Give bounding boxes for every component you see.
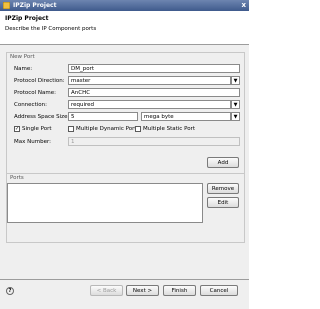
multiple-dynamic-port-label: Multiple Dynamic Port — [76, 126, 137, 132]
chevron-down-icon[interactable]: ▼ — [231, 76, 240, 85]
name-input[interactable]: DM_port — [68, 64, 240, 73]
new-port-group: New Port Name: DM_port Protocol Directio… — [6, 52, 245, 174]
new-port-group-title: New Port — [10, 54, 35, 60]
cancel-button[interactable]: Cancel — [200, 285, 238, 296]
close-icon[interactable]: x — [241, 1, 246, 9]
back-button[interactable]: < Back — [90, 285, 123, 296]
wizard-header: IPZip Project Describe the IP Component … — [0, 11, 249, 45]
ports-group: Ports Remove Edit — [6, 173, 245, 243]
protocol-direction-label: Protocol Direction: — [14, 78, 65, 84]
protocol-direction-select[interactable]: master — [68, 76, 231, 85]
ports-group-title: Ports — [10, 175, 24, 181]
connection-select[interactable]: required — [68, 100, 231, 109]
remove-button[interactable]: Remove — [207, 183, 239, 194]
next-button[interactable]: Next > — [126, 285, 159, 296]
connection-label: Connection: — [14, 102, 47, 108]
add-button[interactable]: Add — [207, 157, 239, 168]
multiple-dynamic-port-checkbox[interactable] — [68, 126, 74, 132]
app-icon — [3, 2, 10, 9]
window-titlebar[interactable]: IPZip Project x — [0, 0, 249, 11]
chevron-down-icon[interactable]: ▼ — [231, 112, 240, 121]
multiple-static-port-checkbox[interactable] — [135, 126, 141, 132]
single-port-label: Single Port — [22, 126, 52, 132]
max-number-label: Max Number: — [14, 139, 51, 145]
single-port-checkbox[interactable]: ✓ — [14, 126, 20, 132]
help-icon[interactable]: ? — [6, 287, 14, 295]
name-label: Name: — [14, 66, 33, 72]
multiple-static-port-label: Multiple Static Port — [143, 126, 195, 132]
page-description: Describe the IP Component ports — [5, 26, 97, 32]
protocol-name-input[interactable]: AnCHC — [68, 88, 240, 97]
edit-button[interactable]: Edit — [207, 197, 239, 208]
footer-separator — [0, 279, 249, 280]
address-unit-select[interactable]: mega byte — [141, 112, 231, 121]
address-space-size-input[interactable]: 5 — [68, 112, 138, 121]
wizard-body: New Port Name: DM_port Protocol Directio… — [0, 45, 249, 309]
address-space-size-label: Address Space Size: — [14, 114, 70, 120]
finish-button[interactable]: Finish — [163, 285, 196, 296]
ports-list[interactable] — [7, 183, 203, 223]
protocol-name-label: Protocol Name: — [14, 90, 56, 96]
max-number-input[interactable]: 1 — [68, 137, 240, 146]
chevron-down-icon[interactable]: ▼ — [231, 100, 240, 109]
page-title: IPZip Project — [5, 15, 49, 22]
window-title: IPZip Project — [13, 2, 57, 9]
